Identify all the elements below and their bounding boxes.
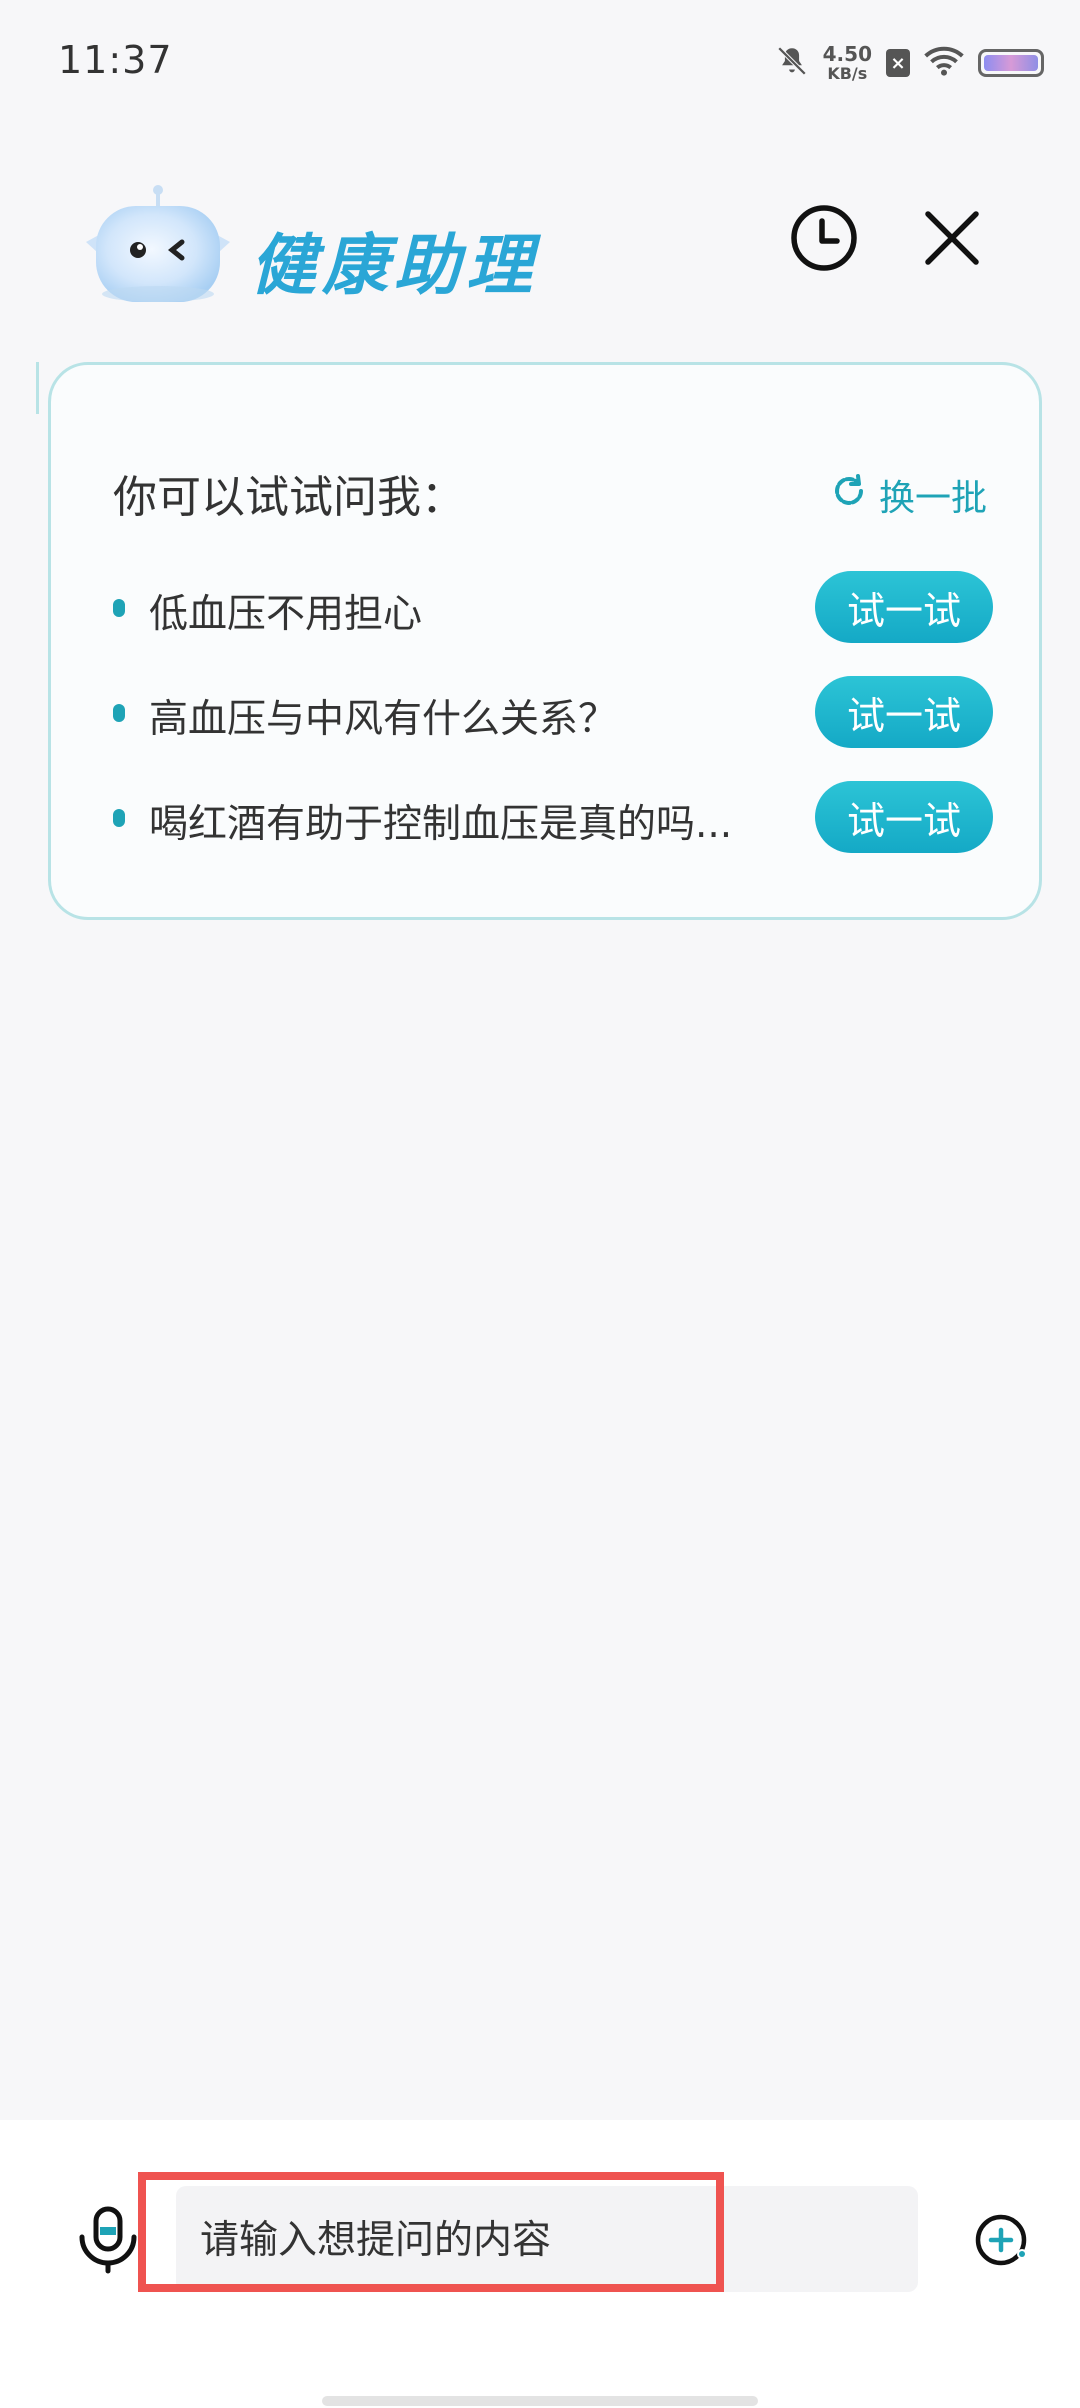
- sim-x-icon: ×: [886, 49, 910, 77]
- try-button[interactable]: 试一试: [815, 571, 993, 643]
- bullet-dot: [113, 809, 125, 827]
- refresh-icon: [831, 473, 867, 518]
- try-button[interactable]: 试一试: [815, 781, 993, 853]
- history-button[interactable]: [784, 200, 864, 280]
- try-button[interactable]: 试一试: [815, 676, 993, 748]
- card-accent-line: [36, 362, 39, 414]
- suggestion-item: 高血压与中风有什么关系？ 试一试: [113, 676, 993, 748]
- suggestion-card: 你可以试试问我： 换一批 低血压不用担心 试一试 高血压与中风有什么关系？ 试一…: [48, 362, 1042, 920]
- wifi-icon: [924, 45, 964, 81]
- mute-bell-icon: [775, 44, 809, 82]
- health-assistant-screen: 11:37 4.50 KB/s × 健康助理 你可以试试问我： 换一批 低血压不…: [0, 0, 1080, 2408]
- refresh-suggestions-button[interactable]: 换一批: [831, 469, 987, 521]
- refresh-label: 换一批: [878, 478, 987, 519]
- suggestion-card-title: 你可以试试问我：: [113, 472, 465, 523]
- bullet-dot: [113, 704, 125, 722]
- suggestion-item: 喝红酒有助于控制血压是真的吗... 试一试: [113, 781, 993, 853]
- close-icon: [922, 208, 982, 272]
- status-time: 11:37: [58, 38, 173, 82]
- network-speed-unit: KB/s: [827, 64, 868, 83]
- input-highlight-box: [138, 2172, 724, 2292]
- more-options-button[interactable]: [972, 2212, 1032, 2272]
- chat-input-bar: [0, 2120, 1080, 2408]
- suggestion-item: 低血压不用担心 试一试: [113, 571, 993, 643]
- battery-level-fill: [984, 55, 1038, 71]
- status-icons: 4.50 KB/s ×: [775, 38, 1044, 88]
- history-clock-icon: [789, 203, 859, 277]
- close-button[interactable]: [912, 200, 992, 280]
- microphone-icon: [76, 2205, 140, 2279]
- network-speed: 4.50 KB/s: [823, 44, 872, 82]
- network-speed-value: 4.50: [822, 42, 872, 66]
- robot-mascot-icon: [78, 180, 238, 310]
- status-bar: 11:37 4.50 KB/s ×: [0, 0, 1080, 120]
- battery-icon: [978, 49, 1044, 77]
- suggestion-text[interactable]: 低血压不用担心: [149, 583, 422, 639]
- plus-circle-icon: [974, 2212, 1030, 2272]
- suggestion-text[interactable]: 喝红酒有助于控制血压是真的吗...: [149, 793, 732, 849]
- voice-input-button[interactable]: [70, 2204, 146, 2280]
- suggestion-text[interactable]: 高血压与中风有什么关系？: [149, 688, 617, 744]
- app-title: 健康助理: [250, 227, 538, 304]
- app-header: 健康助理: [0, 160, 1080, 320]
- home-indicator[interactable]: [322, 2396, 758, 2406]
- bullet-dot: [113, 599, 125, 617]
